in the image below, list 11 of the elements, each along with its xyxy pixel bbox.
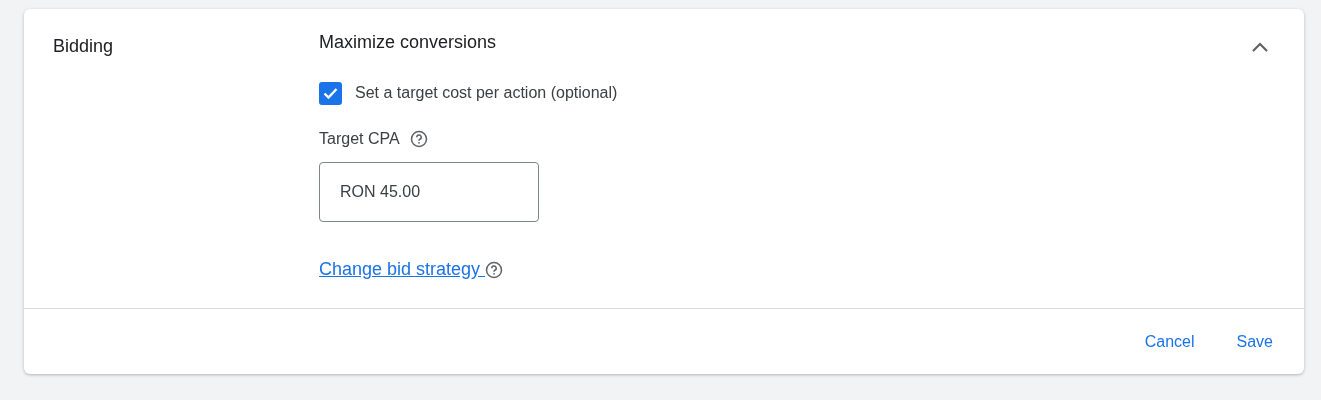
strategy-name: Maximize conversions — [319, 31, 498, 53]
field-label: Target CPA — [319, 129, 400, 149]
help-icon[interactable] — [485, 260, 504, 279]
footer-button[interactable]: Cancel — [1133, 323, 1206, 360]
input-field[interactable]: RON 45.00 — [319, 162, 539, 222]
checkbox[interactable] — [319, 81, 342, 105]
footer-button[interactable]: Save — [1225, 323, 1284, 360]
help-icon[interactable] — [409, 130, 428, 148]
change-strategy-link[interactable]: Change bid strategy — [319, 256, 486, 283]
checkbox-label: Set a target cost per action (optional) — [355, 83, 618, 103]
section-title: Bidding — [53, 35, 115, 58]
